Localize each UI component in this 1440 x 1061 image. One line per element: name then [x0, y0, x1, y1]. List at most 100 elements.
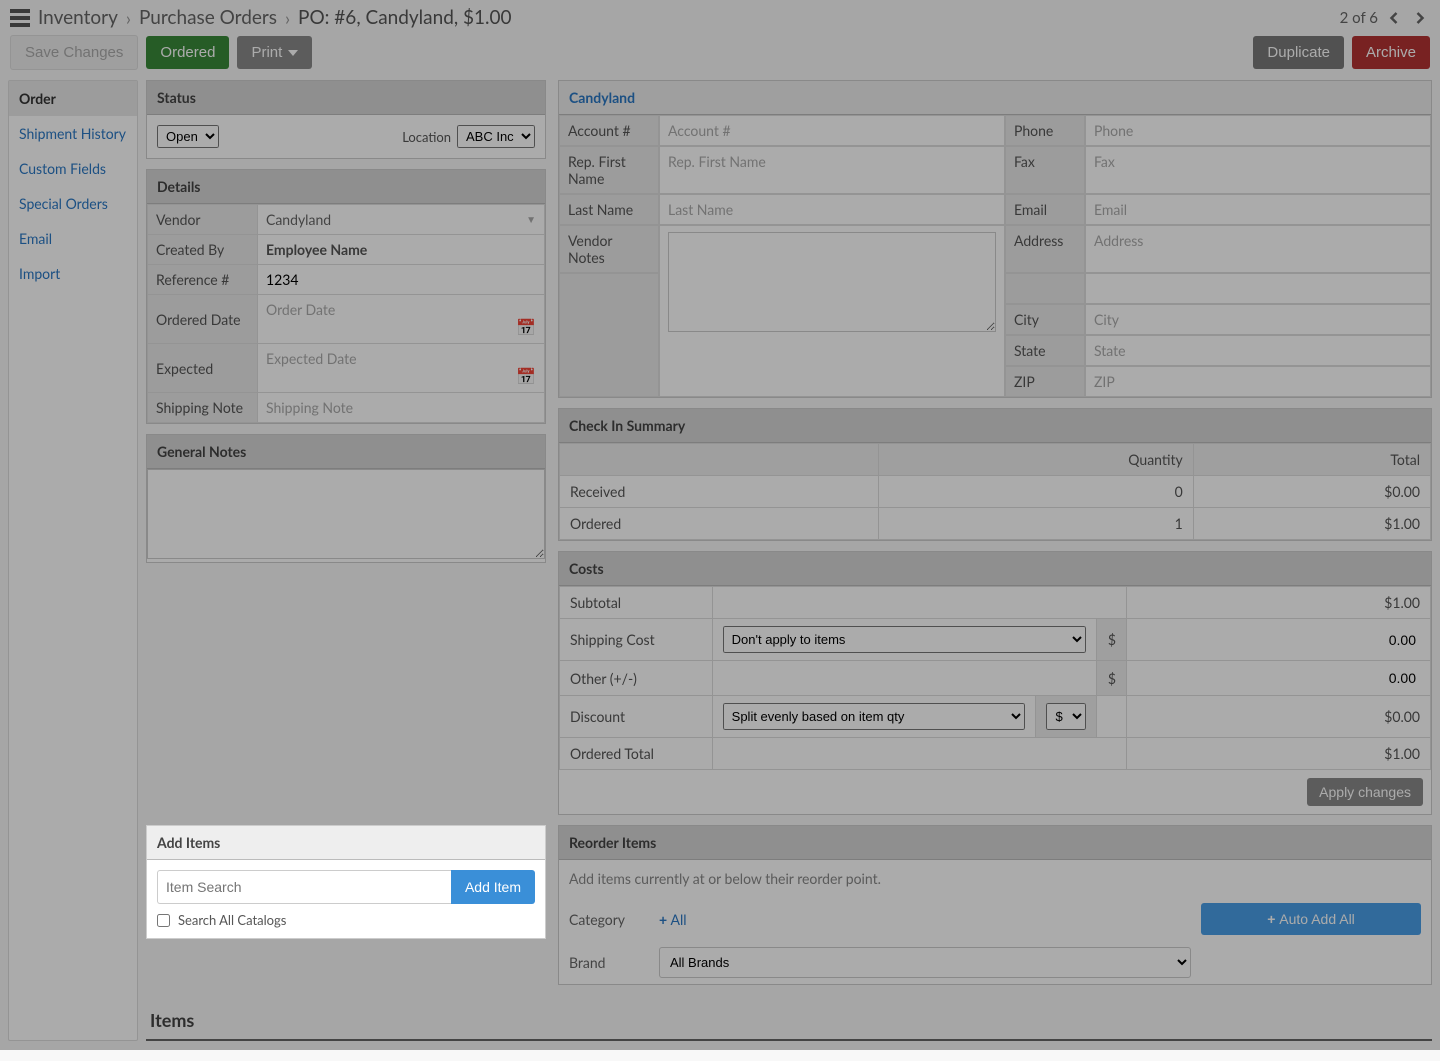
nav-import[interactable]: Import [9, 256, 137, 291]
zip-label: ZIP [1005, 366, 1085, 397]
expected-date-input[interactable] [266, 350, 536, 367]
shipping-note-input[interactable] [266, 399, 536, 416]
shipping-input[interactable] [1137, 630, 1420, 650]
breadcrumb-current: PO: #6, Candyland, $1.00 [298, 6, 512, 29]
discount-select[interactable]: Split evenly based on item qty [723, 703, 1026, 730]
category-all-link[interactable]: + All [659, 911, 687, 928]
shipping-note-label: Shipping Note [148, 393, 258, 423]
vendor-notes-textarea[interactable] [668, 232, 996, 332]
address-label: Address [1005, 225, 1085, 273]
received-qty: 0 [878, 476, 1193, 508]
vendor-dropdown[interactable]: Candyland▼ [258, 205, 545, 235]
discount-label: Discount [560, 696, 713, 738]
nav-shipment-history[interactable]: Shipment History [9, 116, 137, 151]
vendor-label: Vendor [148, 205, 258, 235]
pager-prev-icon[interactable] [1384, 8, 1404, 28]
reference-input[interactable] [266, 271, 536, 288]
general-notes-header: General Notes [147, 435, 545, 469]
item-search-input[interactable] [157, 870, 451, 904]
apply-changes-button[interactable]: Apply changes [1307, 778, 1423, 806]
menu-icon[interactable] [10, 9, 30, 27]
status-select[interactable]: Open [157, 125, 219, 148]
total-header: Total [1193, 444, 1430, 476]
pager-text: 2 of 6 [1340, 9, 1378, 27]
calendar-icon[interactable]: 📅 [516, 318, 536, 337]
pager-next-icon[interactable] [1410, 8, 1430, 28]
address2-input[interactable] [1094, 280, 1422, 297]
reorder-header: Reorder Items [559, 826, 1431, 860]
calendar-icon[interactable]: 📅 [516, 367, 536, 386]
shipping-select[interactable]: Don't apply to items [723, 626, 1087, 653]
fax-label: Fax [1005, 146, 1085, 194]
search-all-catalogs-checkbox[interactable] [157, 914, 170, 927]
reference-label: Reference # [148, 265, 258, 295]
costs-header: Costs [559, 552, 1431, 586]
ordered-label: Ordered [560, 508, 879, 540]
last-name-input[interactable] [668, 201, 996, 218]
vendor-panel: Candyland Account # Phone Rep. First Nam… [558, 80, 1432, 398]
location-select[interactable]: ABC Inc [457, 125, 535, 148]
shipping-currency: $ [1097, 619, 1127, 661]
nav-order[interactable]: Order [9, 81, 137, 116]
breadcrumb: Inventory › Purchase Orders › PO: #6, Ca… [38, 6, 512, 29]
state-input[interactable] [1094, 342, 1422, 359]
phone-label: Phone [1005, 115, 1085, 146]
rep-first-input[interactable] [668, 153, 996, 170]
archive-button[interactable]: Archive [1352, 36, 1430, 69]
side-nav: Order Shipment History Custom Fields Spe… [8, 80, 138, 1041]
breadcrumb-purchase-orders[interactable]: Purchase Orders [139, 6, 277, 29]
phone-input[interactable] [1094, 122, 1422, 139]
items-header: Items [146, 1001, 1432, 1041]
vendor-link[interactable]: Candyland [569, 89, 635, 106]
breadcrumb-inventory[interactable]: Inventory [38, 6, 118, 29]
account-input[interactable] [668, 122, 996, 139]
plus-icon: + [1267, 911, 1279, 927]
ordered-qty: 1 [878, 508, 1193, 540]
nav-email[interactable]: Email [9, 221, 137, 256]
details-panel: Details Vendor Candyland▼ Created By Emp… [146, 169, 546, 424]
plus-icon: + [659, 911, 671, 928]
fax-input[interactable] [1094, 153, 1422, 170]
brand-select[interactable]: All Brands [659, 947, 1191, 978]
ordered-button[interactable]: Ordered [146, 36, 229, 69]
other-input[interactable] [1137, 668, 1420, 688]
received-label: Received [560, 476, 879, 508]
reorder-panel: Reorder Items Add items currently at or … [558, 825, 1432, 985]
print-button[interactable]: Print [237, 36, 312, 69]
received-total: $0.00 [1193, 476, 1430, 508]
search-all-catalogs-label: Search All Catalogs [178, 912, 286, 928]
ordered-date-label: Ordered Date [148, 295, 258, 344]
discount-input[interactable] [1107, 707, 1116, 727]
created-by-value: Employee Name [266, 241, 367, 258]
details-header: Details [147, 170, 545, 204]
expected-label: Expected [148, 344, 258, 393]
subtotal-value: $1.00 [1127, 587, 1431, 619]
subtotal-label: Subtotal [560, 587, 713, 619]
other-label: Other (+/-) [560, 661, 713, 696]
vendor-email-input[interactable] [1094, 201, 1422, 218]
address-input[interactable] [1094, 232, 1422, 249]
nav-custom-fields[interactable]: Custom Fields [9, 151, 137, 186]
category-label: Category [569, 911, 649, 928]
discount-value: $0.00 [1127, 696, 1431, 738]
general-notes-textarea[interactable] [147, 469, 545, 559]
shipping-label: Shipping Cost [560, 619, 713, 661]
nav-special-orders[interactable]: Special Orders [9, 186, 137, 221]
checkin-panel: Check In Summary QuantityTotal Received0… [558, 408, 1432, 541]
duplicate-button[interactable]: Duplicate [1253, 36, 1344, 69]
zip-input[interactable] [1094, 373, 1422, 390]
add-items-panel: Add Items Add Item Search All Catalogs [146, 825, 546, 939]
auto-add-all-button[interactable]: + Auto Add All [1201, 903, 1421, 935]
checkin-header: Check In Summary [559, 409, 1431, 443]
save-button: Save Changes [10, 35, 138, 70]
created-by-label: Created By [148, 235, 258, 265]
chevron-right-icon: › [285, 7, 290, 29]
discount-type-select[interactable]: $ [1046, 703, 1086, 730]
add-item-button[interactable]: Add Item [451, 870, 535, 904]
general-notes-panel: General Notes [146, 434, 546, 563]
quantity-header: Quantity [878, 444, 1193, 476]
city-input[interactable] [1094, 311, 1422, 328]
caret-down-icon: ▼ [526, 214, 536, 226]
ordered-date-input[interactable] [266, 301, 536, 318]
account-label: Account # [559, 115, 659, 146]
